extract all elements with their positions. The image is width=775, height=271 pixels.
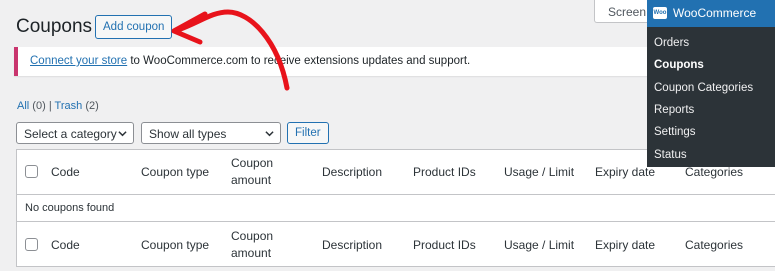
woocommerce-flyout-menu: Woo WooCommerce Orders Coupons Coupon Ca… <box>647 0 775 167</box>
add-coupon-button[interactable]: Add coupon <box>95 15 173 39</box>
coupon-type-select[interactable]: Show all types <box>141 122 281 144</box>
woocommerce-menu-header[interactable]: Woo WooCommerce <box>647 0 775 27</box>
column-code[interactable]: Code <box>51 164 80 181</box>
column-coupon-type[interactable]: Coupon type <box>141 164 209 181</box>
select-all-checkbox[interactable] <box>25 165 38 178</box>
column-product-ids[interactable]: Product IDs <box>413 164 476 181</box>
footer-column-coupon-type[interactable]: Coupon type <box>141 237 209 254</box>
view-all-link[interactable]: All <box>17 100 29 112</box>
view-all-count: (0) <box>32 100 46 112</box>
connect-store-notice: Connect your store to WooCommerce.com to… <box>14 47 654 76</box>
view-separator: | <box>48 100 52 112</box>
chevron-down-icon <box>265 131 274 137</box>
table-footer-row: Code Coupon type Coupon amount Descripti… <box>17 222 775 268</box>
filter-button[interactable]: Filter <box>287 122 329 144</box>
view-trash-link[interactable]: Trash <box>55 100 83 112</box>
woocommerce-menu-title[interactable]: WooCommerce <box>673 6 756 20</box>
footer-column-categories[interactable]: Categories <box>685 237 743 254</box>
view-trash-count: (2) <box>85 100 99 112</box>
select-all-checkbox-footer[interactable] <box>25 238 38 251</box>
chevron-down-icon <box>118 131 127 137</box>
no-coupons-message: No coupons found <box>25 202 115 214</box>
menu-item-settings[interactable]: Settings <box>654 126 696 138</box>
footer-column-coupon-amount-line1[interactable]: Coupon <box>231 228 273 245</box>
column-description[interactable]: Description <box>322 164 382 181</box>
empty-row: No coupons found <box>17 195 775 222</box>
footer-column-description[interactable]: Description <box>322 237 382 254</box>
footer-column-usage-limit[interactable]: Usage / Limit <box>504 237 574 254</box>
footer-column-coupon-amount-line2[interactable]: amount <box>231 245 271 262</box>
menu-item-coupons[interactable]: Coupons <box>654 59 704 71</box>
notice-text: to WooCommerce.com to receive extensions… <box>127 55 471 67</box>
menu-item-reports[interactable]: Reports <box>654 104 694 116</box>
coupon-type-select-value: Show all types <box>149 127 227 141</box>
menu-item-coupon-categories[interactable]: Coupon Categories <box>654 82 753 94</box>
column-coupon-amount-line1[interactable]: Coupon <box>231 155 273 172</box>
footer-column-expiry-date[interactable]: Expiry date <box>595 237 655 254</box>
column-usage-limit[interactable]: Usage / Limit <box>504 164 574 181</box>
page-title: Coupons <box>16 16 93 37</box>
category-select[interactable]: Select a category <box>16 122 134 144</box>
column-coupon-amount-line2[interactable]: amount <box>231 172 271 189</box>
view-filters: All (0) | Trash (2) <box>17 100 99 112</box>
connect-store-link[interactable]: Connect your store <box>30 55 127 67</box>
footer-column-product-ids[interactable]: Product IDs <box>413 237 476 254</box>
menu-item-orders[interactable]: Orders <box>654 37 689 49</box>
category-select-value: Select a category <box>24 127 117 141</box>
footer-column-code[interactable]: Code <box>51 237 80 254</box>
woocommerce-logo-icon: Woo <box>653 7 667 19</box>
menu-item-status[interactable]: Status <box>654 149 687 161</box>
